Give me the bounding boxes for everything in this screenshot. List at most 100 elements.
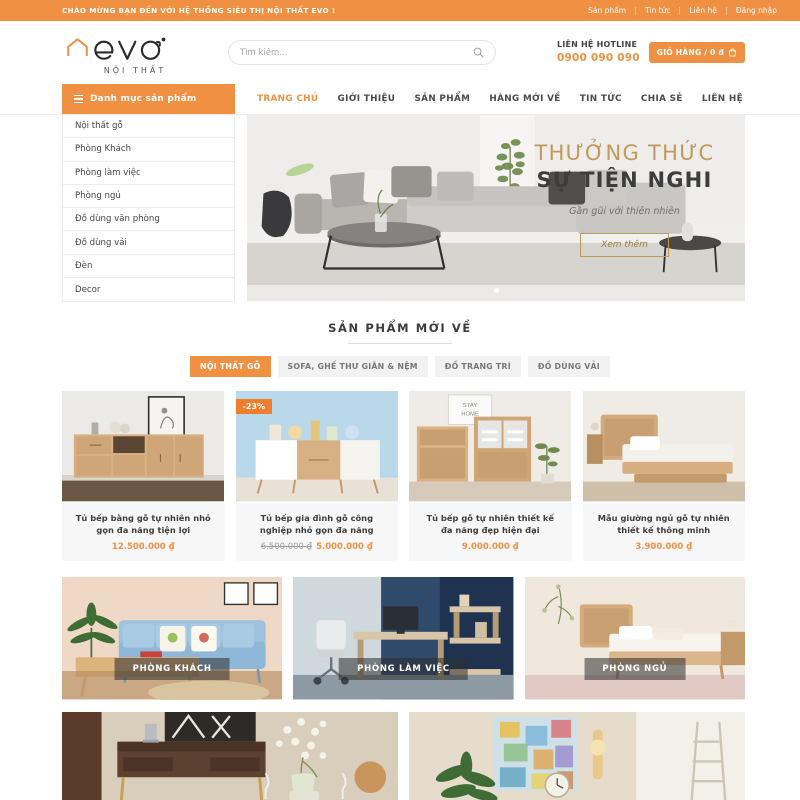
carousel-dots[interactable] [247,288,745,293]
main-navigation: TRANG CHỦ GIỚI THIỆU SẢN PHẨM HÀNG MỚI V… [235,84,745,114]
category-image-living-room [62,577,283,700]
category-tile-office[interactable]: PHÒNG LÀM VIỆC [293,577,514,702]
product-price-old: 6.500.000 ₫ [260,542,313,553]
top-link-news[interactable]: Tin tức [636,6,679,15]
product-card[interactable]: -23% Tủ bếp gia đình gỗ công nghiệp nhỏ … [235,391,399,562]
logo-subtitle: NỘI THẤT [103,65,167,75]
product-price-current: 12.500.000 ₫ [111,542,175,553]
product-name: Tủ bếp gia đình gỗ công nghiệp nhỏ gọn đ… [259,513,374,536]
nav-item-contact[interactable]: LIÊN HỆ [702,94,743,104]
top-utility-links: Sản phẩm Tin tức Liên hệ Đăng nhập [579,6,786,15]
nav-item-share[interactable]: CHIA SẺ [641,94,683,104]
category-image-bedroom [524,577,745,700]
feature-image-right [409,712,745,800]
nav-item-news[interactable]: TIN TỨC [580,94,622,104]
top-link-contact[interactable]: Liên hệ [680,6,725,15]
section-underline [348,343,452,345]
top-link-login[interactable]: Đăng nhập [727,6,786,15]
product-price-current: 9.000.000 ₫ [461,542,519,553]
product-image-bed [582,391,745,502]
sidebar-item-decor[interactable]: Decor [63,278,234,301]
tab-noi-that-go[interactable]: NỘI THẤT GỖ [190,356,271,378]
category-panel-header[interactable]: Danh mục sản phẩm [62,84,235,114]
product-image: STAY HOME [409,391,572,504]
tab-do-dung-vai[interactable]: ĐỒ DÙNG VẢI [527,356,610,378]
product-image [62,391,225,504]
feature-image-row [0,712,800,800]
banner-subtitle: Gần gũi với thiên nhiên [569,206,680,217]
product-name: Mẫu giường ngủ gỗ tự nhiên thiết kế thôn… [597,513,730,536]
logo-wordmark-icon [93,37,165,60]
feature-image-wall-art[interactable] [409,712,745,800]
product-image-display-cabinet: STAY HOME [409,391,572,502]
product-price: 6.500.000 ₫ 5.000.000 ₫ [236,542,399,552]
product-card[interactable]: Mẫu giường ngủ gỗ tự nhiên thiết kế thôn… [582,391,746,562]
hero-row: Nội thất gỗ Phòng Khách Phòng làm việc P… [0,115,800,303]
product-price-current: 5.000.000 ₫ [316,542,373,553]
product-image [582,391,745,504]
category-tile-label: PHÒNG NGỦ [584,658,686,681]
category-tile-living-room[interactable]: PHÒNG KHÁCH [62,577,283,702]
product-name: Tủ bếp gỗ tự nhiên thiết kế đa năng đẹp … [426,513,555,536]
product-card[interactable]: Tủ bếp bằng gỗ tự nhiên nhỏ gọn đa năng … [62,391,225,562]
product-image-sideboard [62,391,225,502]
hamburger-icon [74,95,83,103]
sidebar-item-phong-lam-viec[interactable]: Phòng làm việc [63,162,234,185]
hotline-label: LIÊN HỆ HOTLINE [557,40,638,50]
banner-title-line2: SỰ TIỆN NGHI [536,168,713,192]
product-name: Tủ bếp bằng gỗ tự nhiên nhỏ gọn đa năng … [75,513,211,536]
nav-item-products[interactable]: SẢN PHẨM [414,94,470,104]
carousel-dot-active[interactable] [493,288,499,293]
nav-item-new-arrivals[interactable]: HÀNG MỚI VỀ [489,94,560,104]
cart-label: GIỎ HÀNG / 0 đ [656,48,724,57]
nav-item-about[interactable]: GIỚI THIỆU [338,94,396,104]
shopping-bag-icon [728,48,737,57]
product-price-current: 3.900.000 ₫ [635,542,693,553]
cart-button[interactable]: GIỎ HÀNG / 0 đ [648,42,745,63]
category-image-office [293,577,514,700]
product-price: 3.900.000 ₫ [583,542,746,552]
tab-sofa-ghe-nem[interactable]: SOFA, GHẾ THƯ GIÃN & NỆM [277,356,428,378]
sidebar-item-den[interactable]: Đèn [63,255,234,279]
page-root: CHÀO MỪNG BẠN ĐẾN VỚI HỆ THỐNG SIÊU THỊ … [0,0,800,800]
product-price: 12.500.000 ₫ [62,542,225,552]
sidebar-item-do-dung-vai[interactable]: Đồ dùng vải [63,231,234,255]
sidebar-item-phong-khach[interactable]: Phòng Khách [63,138,234,162]
svg-text:STAY: STAY [463,403,478,409]
banner-copy: THƯỞNG THỨC SỰ TIỆN NGHI Gần gũi với thi… [522,141,727,257]
tab-do-trang-tri[interactable]: ĐỒ TRANG TRÍ [434,356,521,378]
navigation-row: Danh mục sản phẩm TRANG CHỦ GIỚI THIỆU S… [0,84,800,115]
banner-cta-button[interactable]: Xem thêm [580,233,669,257]
search-input[interactable] [240,47,473,58]
search-icon[interactable] [473,47,484,58]
product-filter-tabs: NỘI THẤT GỖ SOFA, GHẾ THƯ GIÃN & NỆM ĐỒ … [0,356,800,378]
product-price: 9.000.000 ₫ [409,542,572,552]
product-card[interactable]: STAY HOME Tủ bếp gỗ tự nhiên thiết kế đa… [409,391,572,562]
site-header: NỘI THẤT LIÊN HỆ HOTLINE 0900 090 090 GI… [0,21,800,84]
site-logo[interactable]: NỘI THẤT [62,31,190,75]
discount-badge: -23% [235,399,272,415]
hero-banner[interactable]: THƯỞNG THỨC SỰ TIỆN NGHI Gần gũi với thi… [247,115,745,301]
sidebar-item-do-dung-van-phong[interactable]: Đồ dùng văn phòng [63,208,234,232]
feature-image-left [62,712,398,800]
category-panel-title: Danh mục sản phẩm [90,94,197,104]
search-box[interactable] [228,40,496,65]
feature-image-dining-decor[interactable] [62,712,398,800]
banner-title-line1: THƯỞNG THỨC [534,141,715,165]
logo-row [66,31,186,65]
category-tile-label: PHÒNG LÀM VIỆC [339,658,468,681]
house-icon [66,38,88,57]
category-tile-bedroom[interactable]: PHÒNG NGỦ [524,577,745,702]
top-link-products[interactable]: Sản phẩm [579,6,635,15]
category-tile-row: PHÒNG KHÁCH PHÒNG LÀM VIỆC PHÒNG NGỦ [0,577,800,702]
top-announcement-bar: CHÀO MỪNG BẠN ĐẾN VỚI HỆ THỐNG SIÊU THỊ … [0,0,800,21]
welcome-message: CHÀO MỪNG BẠN ĐẾN VỚI HỆ THỐNG SIÊU THỊ … [62,6,336,15]
section-title: SẢN PHẨM MỚI VỀ [328,321,472,336]
sidebar-item-phong-ngu[interactable]: Phòng ngủ [63,185,234,209]
hotline-number[interactable]: 0900 090 090 [557,51,640,65]
header-right: LIÊN HỆ HOTLINE 0900 090 090 GIỎ HÀNG / … [557,40,745,65]
category-sidebar: Nội thất gỗ Phòng Khách Phòng làm việc P… [62,115,235,303]
sidebar-item-noi-that-go[interactable]: Nội thất gỗ [63,115,234,139]
nav-item-home[interactable]: TRANG CHỦ [257,94,318,104]
hotline-block: LIÊN HỆ HOTLINE 0900 090 090 [557,40,640,65]
